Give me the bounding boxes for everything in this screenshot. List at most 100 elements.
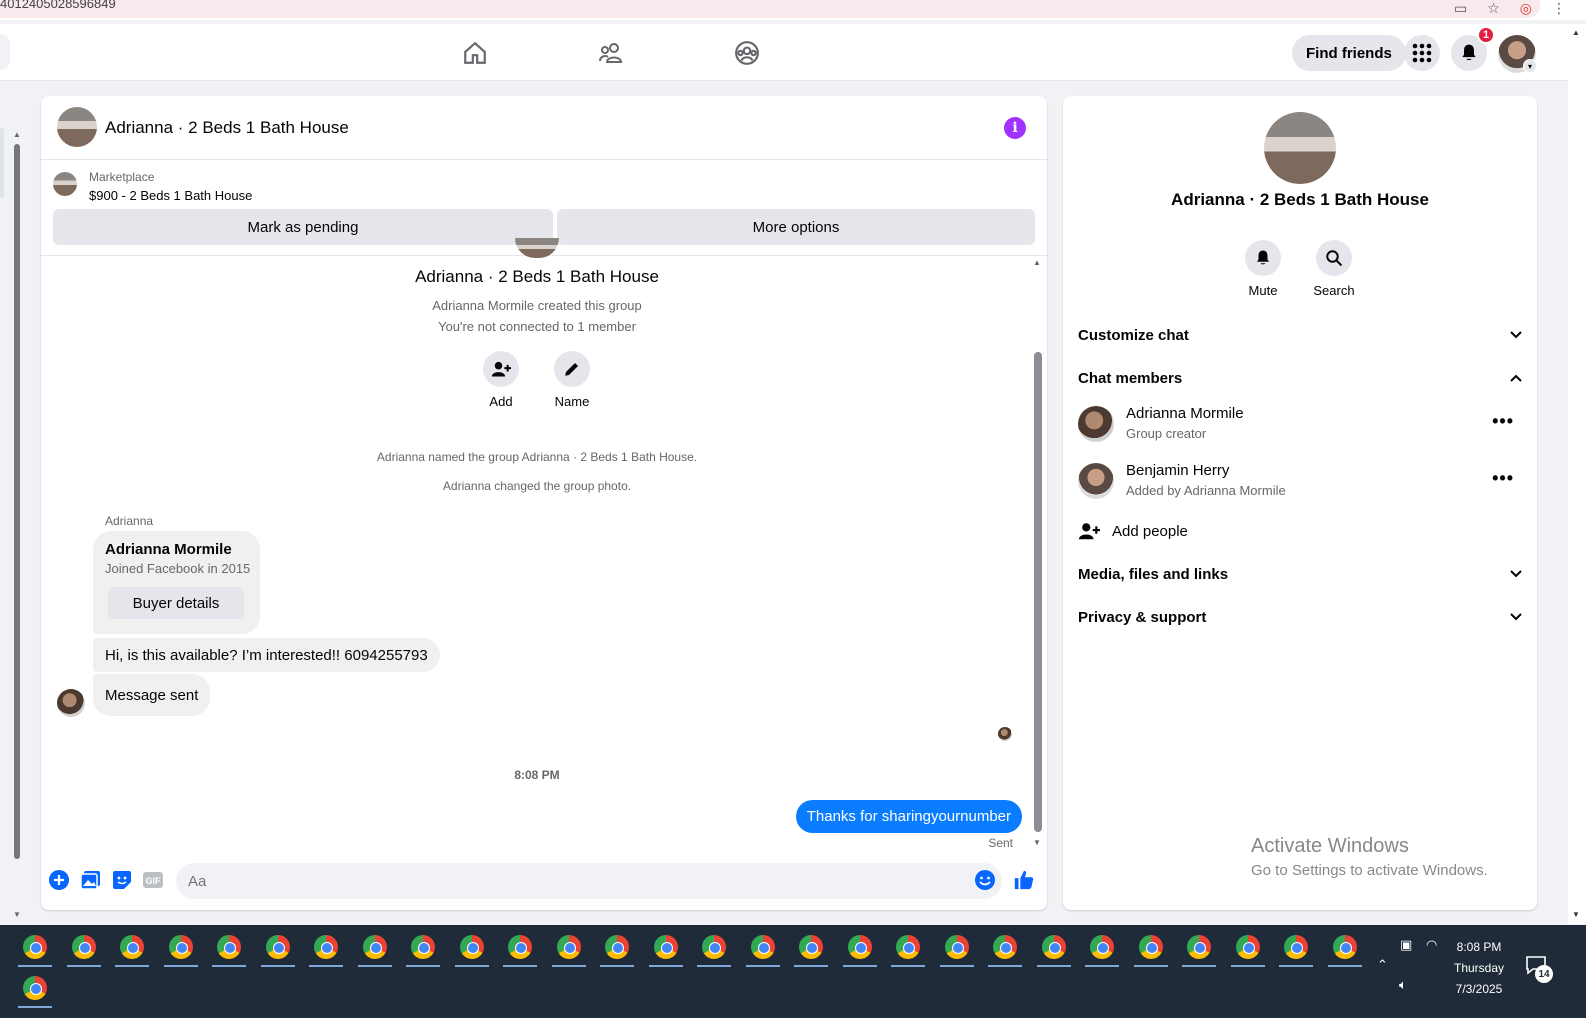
member-avatar[interactable] [1078, 463, 1114, 499]
left-scrollbar[interactable]: ▲ ▼ [12, 130, 22, 920]
mark-as-pending-button[interactable]: Mark as pending [53, 209, 553, 245]
chevron-up-icon[interactable]: ⌃ [1377, 957, 1388, 973]
add-member-action[interactable]: Add [471, 351, 531, 409]
chrome-taskbar-icon[interactable] [702, 935, 726, 959]
chrome-taskbar-icon[interactable] [217, 935, 241, 959]
scroll-up-arrow-icon[interactable]: ▲ [1572, 28, 1580, 37]
taskbar-running-indicator [1327, 965, 1362, 967]
more-dots-icon[interactable]: ••• [1492, 411, 1514, 432]
chrome-taskbar-icon[interactable] [362, 935, 387, 959]
chrome-taskbar-icon[interactable] [799, 935, 823, 959]
chat-members-section[interactable]: Chat members [1078, 358, 1522, 398]
group-avatar-large[interactable] [1264, 112, 1336, 184]
chrome-taskbar-icon[interactable] [168, 935, 193, 959]
chrome-taskbar-icon[interactable] [750, 935, 775, 959]
bell-icon[interactable] [1245, 240, 1281, 276]
member-row[interactable]: Adrianna Mormile Group creator ••• [1078, 401, 1522, 451]
meet-now-icon[interactable]: ▣ [1400, 937, 1412, 953]
member-avatar[interactable] [1078, 406, 1114, 442]
scroll-up-arrow-icon[interactable]: ▲ [1033, 258, 1041, 267]
pencil-icon[interactable] [554, 351, 590, 387]
privacy-support-section[interactable]: Privacy & support [1078, 597, 1522, 637]
scroll-down-arrow-icon[interactable]: ▼ [1572, 910, 1580, 919]
chrome-taskbar-icon[interactable] [1187, 935, 1211, 959]
search-action[interactable]: Search [1304, 240, 1364, 298]
member-role: Group creator [1126, 426, 1207, 441]
cast-icon[interactable]: ▭ [1454, 0, 1467, 17]
chrome-taskbar-icon[interactable] [1041, 935, 1066, 959]
chrome-taskbar-icon[interactable] [1235, 935, 1260, 959]
scroll-up-arrow-icon[interactable]: ▲ [13, 130, 21, 139]
chrome-taskbar-icon[interactable] [1090, 935, 1114, 959]
system-clock[interactable]: 8:08 PM Thursday 7/3/2025 [1450, 937, 1508, 1000]
chrome-taskbar-icon[interactable] [896, 935, 920, 959]
chrome-taskbar-icon[interactable] [71, 935, 96, 959]
message-input[interactable] [176, 863, 1002, 899]
chevron-down-icon[interactable]: ▾ [1523, 59, 1537, 73]
chrome-taskbar-icon[interactable] [1138, 935, 1163, 959]
chrome-taskbar-icon[interactable] [944, 935, 969, 959]
add-person-icon[interactable] [483, 351, 519, 387]
chrome-taskbar-icon[interactable] [847, 935, 872, 959]
group-avatar[interactable] [57, 107, 97, 147]
chrome-taskbar-icon[interactable] [508, 935, 532, 959]
member-row[interactable]: Benjamin Herry Added by Adrianna Mormile… [1078, 458, 1522, 508]
outgoing-message[interactable]: Thanks for sharingyournumber [795, 800, 1022, 833]
profile-icon[interactable]: ◎ [1520, 0, 1532, 17]
name-group-action[interactable]: Name [542, 351, 602, 409]
plus-circle-icon[interactable] [48, 869, 70, 891]
emoji-icon[interactable] [974, 869, 996, 891]
menu-grid-button[interactable] [1404, 35, 1440, 71]
buyer-details-button[interactable]: Buyer details [108, 587, 244, 619]
scroll-down-arrow-icon[interactable]: ▼ [13, 910, 21, 919]
address-bar[interactable]: 4012405028596849 [0, 0, 1540, 18]
media-files-links-section[interactable]: Media, files and links [1078, 554, 1522, 594]
search-stub[interactable] [0, 34, 10, 70]
chrome-taskbar-icon[interactable] [23, 935, 47, 959]
menu-dots-icon[interactable]: ⋮ [1552, 0, 1566, 17]
wifi-icon[interactable]: ◠ [1426, 937, 1437, 953]
groups-icon[interactable] [732, 38, 762, 68]
page-scrollbar[interactable]: ▲ ▼ [1568, 24, 1586, 924]
home-icon[interactable] [460, 38, 490, 68]
mute-action[interactable]: Mute [1233, 240, 1293, 298]
sticker-icon[interactable] [111, 869, 133, 891]
bookmark-star-icon[interactable]: ☆ [1487, 0, 1500, 17]
scroll-down-arrow-icon[interactable]: ▼ [1033, 838, 1041, 847]
chrome-taskbar-icon[interactable] [23, 976, 47, 1000]
sender-avatar[interactable] [57, 689, 85, 717]
thread-scrollbar[interactable]: ▲ ▼ [1032, 256, 1044, 851]
thumbs-up-icon[interactable] [1013, 869, 1035, 891]
search-icon[interactable] [1316, 240, 1352, 276]
info-icon[interactable]: i [1004, 117, 1026, 139]
incoming-message[interactable]: Hi, is this available? I’m interested!! … [93, 638, 440, 672]
taskbar-running-indicator [163, 965, 198, 967]
chrome-taskbar-icon[interactable] [411, 935, 435, 959]
chrome-taskbar-icon[interactable] [314, 935, 338, 959]
add-people-button[interactable]: Add people [1078, 516, 1188, 546]
incoming-message[interactable]: Message sent [93, 674, 211, 716]
chat-title[interactable]: Adrianna · 2 Beds 1 Bath House [105, 118, 349, 138]
chrome-taskbar-icon[interactable] [993, 935, 1017, 959]
scrollbar-thumb[interactable] [14, 144, 20, 859]
chrome-taskbar-icon[interactable] [265, 935, 290, 959]
chrome-taskbar-icon[interactable] [1284, 935, 1308, 959]
listing-thumbnail[interactable] [53, 172, 77, 196]
listing-title[interactable]: $900 - 2 Beds 1 Bath House [89, 188, 252, 203]
chrome-taskbar-icon[interactable] [120, 935, 144, 959]
find-friends-button[interactable]: Find friends [1292, 35, 1406, 71]
chrome-taskbar-icon[interactable] [556, 935, 581, 959]
more-options-button[interactable]: More options [557, 209, 1035, 245]
chrome-taskbar-icon[interactable] [653, 935, 678, 959]
chrome-taskbar-icon[interactable] [605, 935, 629, 959]
volume-icon[interactable]: 🔈︎ [1399, 977, 1407, 993]
chrome-taskbar-icon[interactable] [459, 935, 484, 959]
photo-icon[interactable] [80, 869, 102, 891]
more-dots-icon[interactable]: ••• [1492, 468, 1514, 489]
gif-icon[interactable]: GIF [142, 869, 164, 891]
scrollbar-thumb[interactable] [1034, 352, 1042, 832]
intro-created-by: Adrianna Mormile created this group [432, 298, 642, 313]
chrome-taskbar-icon[interactable] [1332, 935, 1357, 959]
customize-chat-section[interactable]: Customize chat [1078, 315, 1522, 355]
friends-icon[interactable] [597, 38, 627, 68]
